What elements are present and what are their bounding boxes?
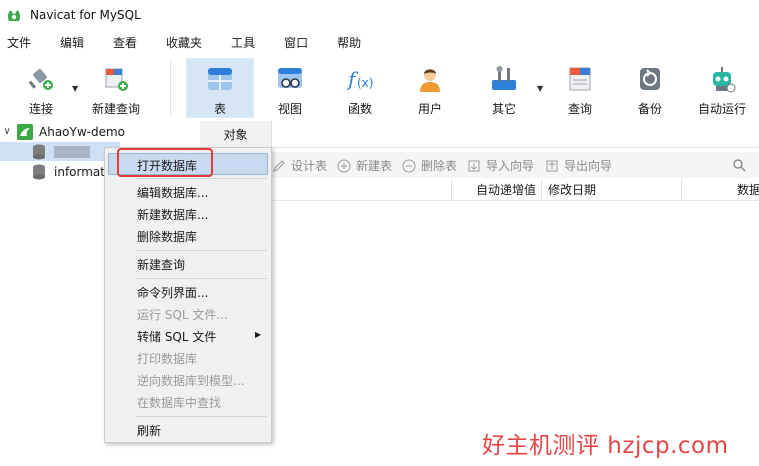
view-button[interactable]: 视图 (262, 58, 318, 118)
menu-separator (135, 416, 267, 417)
user-button[interactable]: 用户 (404, 58, 456, 118)
menu-item-new-database[interactable]: 新建数据库... (137, 206, 208, 223)
title-bar: Navicat for MySQL (0, 0, 759, 30)
column-separator (451, 179, 452, 201)
import-icon (468, 160, 480, 171)
menu-help[interactable]: 帮助 (328, 32, 370, 54)
watermark: 好主机测评 hzjcp.com (482, 433, 729, 459)
database-icon (33, 164, 45, 179)
view-icon (275, 64, 305, 94)
menu-item-reverse-to-model: 逆向数据库到模型... (137, 374, 245, 388)
table-icon (205, 64, 235, 94)
column-separator (541, 179, 542, 201)
automation-button[interactable]: 自动运行 (692, 58, 752, 118)
import-wizard-button[interactable]: 导入向导 (467, 157, 534, 174)
object-toolbar: 设计表 新建表 删除表 导入向导 导出向导 (200, 152, 759, 178)
function-icon: f (x) (345, 64, 375, 94)
menu-separator (135, 278, 267, 279)
query-button[interactable]: 查询 (554, 58, 606, 118)
backup-button[interactable]: 备份 (624, 58, 676, 118)
tools-icon (489, 64, 519, 94)
toolbar-separator (170, 60, 171, 116)
menu-edit[interactable]: 编辑 (51, 32, 93, 54)
design-table-button[interactable]: 设计表 (272, 157, 327, 174)
search-icon[interactable] (732, 158, 746, 172)
menu-separator (135, 250, 267, 251)
query-icon (565, 64, 595, 94)
other-button[interactable]: 其它 (478, 58, 530, 118)
column-header-auto-increment[interactable]: 自动递增值 (476, 179, 536, 201)
new-table-button[interactable]: 新建表 (337, 157, 392, 174)
mysql-connection-icon (17, 123, 33, 140)
plug-icon (26, 64, 56, 94)
menu-item-console[interactable]: 命令列界面... (137, 284, 208, 301)
main-toolbar: 连接 ▼ 新建查询 表 视图 f (x) 函数 用户 其它 ▼ 查询 备份 自动… (0, 56, 759, 120)
redacted-database-name (54, 145, 90, 158)
connection-name: AhaoYw-demo (39, 124, 126, 139)
column-header-data[interactable]: 数据 (737, 179, 759, 201)
highlight-annotation-box (117, 148, 213, 177)
column-header-row: 自动递增值 修改日期 数据 (200, 179, 759, 201)
column-header-modified-date[interactable]: 修改日期 (548, 179, 596, 201)
database-context-menu: 打开数据库 编辑数据库... 新建数据库... 删除数据库 新建查询 命令列界面… (104, 147, 272, 443)
delete-table-button[interactable]: 删除表 (402, 157, 457, 174)
svg-text:(x): (x) (357, 76, 373, 90)
menu-item-run-sql-file: 运行 SQL 文件... (137, 308, 228, 322)
menu-item-edit-database[interactable]: 编辑数据库... (137, 184, 208, 201)
robot-icon (707, 64, 737, 94)
menu-favorites[interactable]: 收藏夹 (157, 32, 211, 54)
other-dropdown-icon[interactable]: ▼ (537, 84, 543, 93)
menu-item-new-query[interactable]: 新建查询 (137, 256, 185, 273)
submenu-arrow-icon: ▶ (255, 330, 262, 339)
database-icon (33, 144, 45, 159)
menu-item-delete-database[interactable]: 删除数据库 (137, 228, 197, 245)
menu-tools[interactable]: 工具 (222, 32, 264, 54)
connect-dropdown-icon[interactable]: ▼ (72, 84, 78, 93)
column-separator (681, 179, 682, 201)
tree-db-row[interactable]: informat (0, 162, 105, 181)
backup-icon (635, 64, 665, 94)
tab-objects[interactable]: 对象 (200, 121, 272, 147)
menu-item-find-in-database: 在数据库中查找 (137, 396, 222, 410)
navicat-logo-icon (7, 10, 21, 21)
minus-circle-icon (402, 159, 416, 172)
menu-bar: 文件 编辑 查看 收藏夹 工具 窗口 帮助 (0, 32, 759, 54)
export-wizard-button[interactable]: 导出向导 (545, 157, 612, 174)
pencil-icon (273, 159, 285, 172)
new-query-button[interactable]: 新建查询 (86, 58, 146, 118)
menu-view[interactable]: 查看 (104, 32, 146, 54)
menu-file[interactable]: 文件 (0, 32, 40, 54)
database-name: informat (54, 164, 105, 179)
menu-separator (135, 178, 267, 179)
connect-button[interactable]: 连接 (14, 58, 68, 118)
divider (200, 147, 759, 148)
menu-window[interactable]: 窗口 (275, 32, 317, 54)
menu-item-refresh[interactable]: 刷新 (137, 422, 161, 439)
menu-item-print-database: 打印数据库 (137, 352, 198, 366)
menu-item-dump-sql-file[interactable]: 转储 SQL 文件 (137, 328, 216, 345)
tree-db-selected-row[interactable] (0, 142, 120, 161)
plus-circle-icon (337, 159, 351, 172)
export-icon (546, 160, 558, 171)
function-button[interactable]: f (x) 函数 (334, 58, 386, 118)
window-title: Navicat for MySQL (30, 8, 141, 22)
user-icon (415, 64, 445, 94)
tree-connection-row[interactable]: ∨ AhaoYw-demo (0, 122, 125, 141)
new-query-icon (101, 64, 131, 94)
chevron-down-icon[interactable]: ∨ (0, 126, 14, 137)
table-button[interactable]: 表 (186, 58, 254, 118)
